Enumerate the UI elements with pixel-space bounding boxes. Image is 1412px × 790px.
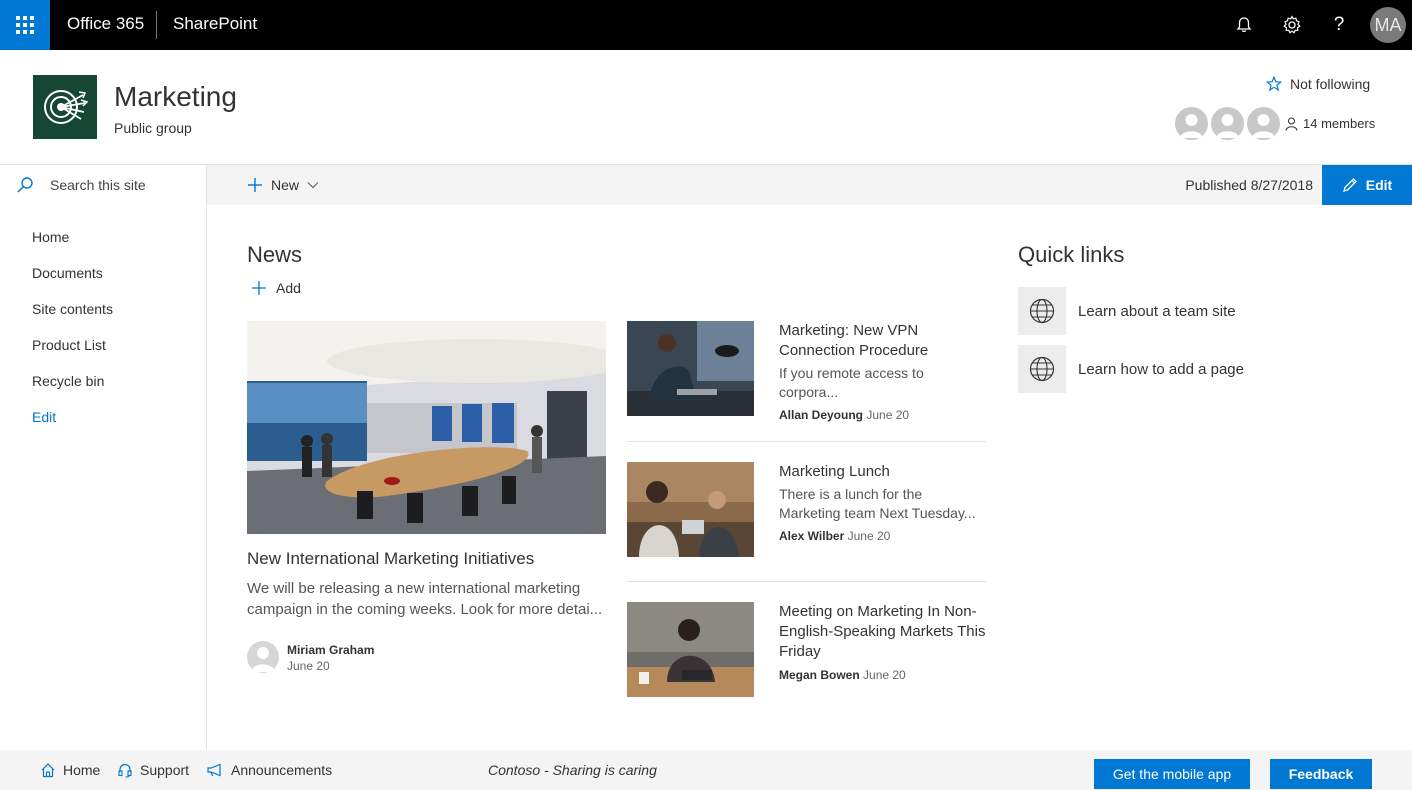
home-icon: [41, 763, 55, 778]
footer-link-label: Support: [140, 762, 190, 778]
footer-link-announcements[interactable]: Announcements: [206, 762, 332, 778]
author-avatar: [247, 641, 279, 673]
news-item[interactable]: Meeting on Marketing In Non-English-Spea…: [627, 602, 986, 697]
edit-page-button[interactable]: Edit: [1322, 165, 1412, 205]
conference-room-image: [247, 321, 606, 534]
nav-item-documents[interactable]: Documents: [32, 265, 103, 281]
nav-item-site-contents[interactable]: Site contents: [32, 301, 113, 317]
quick-link-label[interactable]: Learn about a team site: [1078, 303, 1236, 320]
news-item-title[interactable]: Marketing: New VPN Connection Procedure: [779, 321, 986, 361]
news-item-author[interactable]: Megan Bowen: [779, 668, 860, 682]
news-item-description: If you remote access to corpora...: [779, 365, 924, 400]
news-item-author[interactable]: Alex Wilber: [779, 529, 844, 543]
target-logo-icon: [44, 90, 89, 124]
globe-icon: [1018, 345, 1066, 393]
hero-news-author[interactable]: Miriam Graham: [287, 643, 374, 657]
nav-item-product-list[interactable]: Product List: [32, 337, 106, 353]
site-group-type: Public group: [114, 120, 192, 136]
news-item-date: June 20: [866, 408, 910, 422]
member-avatar: [1211, 107, 1244, 140]
meeting-photo-image: [627, 602, 754, 697]
members-count: 14 members: [1303, 116, 1376, 131]
lunch-photo-image: [627, 462, 754, 557]
chevron-down-icon: [307, 182, 319, 189]
members-button[interactable]: 14 members: [1175, 107, 1375, 140]
hero-news-image[interactable]: [247, 321, 606, 534]
news-item[interactable]: Marketing: New VPN Connection Procedure …: [627, 321, 986, 422]
plus-icon: [252, 281, 266, 295]
news-thumbnail: [627, 462, 754, 557]
user-avatar[interactable]: MA: [1370, 7, 1406, 43]
left-navigation: Home Documents Site contents Product Lis…: [0, 205, 207, 750]
notifications-button[interactable]: [1232, 13, 1256, 37]
suite-divider: [156, 11, 157, 39]
feedback-button[interactable]: Feedback: [1270, 759, 1372, 789]
quick-link-item[interactable]: Learn how to add a page: [1018, 345, 1244, 393]
sharepoint-link[interactable]: SharePoint: [173, 14, 257, 34]
quick-links-heading: Quick links: [1018, 242, 1125, 267]
settings-button[interactable]: [1280, 13, 1304, 37]
gear-icon: [1283, 15, 1301, 34]
member-avatar: [1175, 107, 1208, 140]
footer-message: Contoso - Sharing is caring: [488, 762, 657, 778]
follow-button[interactable]: Not following: [1266, 76, 1370, 92]
app-launcher-button[interactable]: [0, 0, 50, 50]
bell-icon: [1236, 17, 1252, 32]
footer-link-support[interactable]: Support: [117, 762, 189, 778]
news-item[interactable]: Marketing Lunch There is a lunch for the…: [627, 462, 986, 557]
member-avatar: [1247, 107, 1280, 140]
edit-label: Edit: [1365, 177, 1393, 193]
globe-icon: [1018, 287, 1066, 335]
nav-item-recycle-bin[interactable]: Recycle bin: [32, 373, 104, 389]
news-item-title[interactable]: Meeting on Marketing In Non-English-Spea…: [779, 602, 986, 662]
new-label: New: [271, 177, 300, 193]
hero-news-date: June 20: [287, 659, 330, 673]
news-item-description: There is a lunch for the Marketing team …: [779, 486, 976, 521]
search-placeholder[interactable]: Search this site: [50, 177, 146, 193]
help-button[interactable]: ?: [1327, 13, 1351, 37]
news-item-title[interactable]: Marketing Lunch: [779, 462, 986, 482]
site-title[interactable]: Marketing: [114, 81, 237, 113]
hero-news-description: We will be releasing a new international…: [247, 580, 603, 618]
nav-item-home[interactable]: Home: [32, 229, 69, 245]
news-item-author[interactable]: Allan Deyoung: [779, 408, 863, 422]
footer-link-home[interactable]: Home: [40, 762, 100, 778]
news-thumbnail: [627, 602, 754, 697]
news-item-date: June 20: [863, 668, 906, 682]
plus-icon: [248, 178, 262, 192]
new-button[interactable]: New: [247, 165, 319, 205]
nav-edit-link[interactable]: Edit: [32, 409, 56, 425]
waffle-icon: [16, 16, 34, 34]
add-news-label: Add: [276, 280, 301, 296]
megaphone-icon: [207, 763, 221, 777]
office-365-link[interactable]: Office 365: [67, 14, 144, 34]
search-icon: [17, 177, 33, 193]
news-heading: News: [247, 242, 303, 267]
site-footer: Home Support Announcements Contoso - Sha…: [0, 750, 1412, 790]
person-icon: [1285, 116, 1298, 131]
follow-label: Not following: [1290, 76, 1371, 92]
footer-link-label: Announcements: [231, 762, 333, 778]
quick-link-label[interactable]: Learn how to add a page: [1078, 361, 1244, 378]
headset-icon: [118, 763, 132, 778]
hero-news-title[interactable]: New International Marketing Initiatives: [247, 549, 534, 569]
news-divider: [627, 581, 986, 582]
add-news-button[interactable]: Add: [251, 280, 301, 296]
vpn-photo-image: [627, 321, 754, 416]
suite-bar: Office 365 SharePoint ? MA: [0, 0, 1412, 50]
site-search[interactable]: Search this site: [0, 165, 207, 205]
question-icon: ?: [1333, 14, 1345, 35]
get-mobile-app-button[interactable]: Get the mobile app: [1094, 759, 1250, 789]
star-icon: [1266, 76, 1282, 92]
news-thumbnail: [627, 321, 754, 416]
page-command-bar: New Published 8/27/2018 Edit: [207, 165, 1412, 205]
site-logo[interactable]: [33, 75, 97, 139]
footer-link-label: Home: [63, 762, 101, 778]
command-bar: Search this site New Published 8/27/2018…: [0, 164, 1412, 205]
published-status: Published 8/27/2018: [1185, 177, 1313, 193]
pencil-icon: [1342, 178, 1357, 192]
news-divider: [627, 441, 986, 442]
quick-link-item[interactable]: Learn about a team site: [1018, 287, 1236, 335]
news-item-date: June 20: [847, 529, 891, 543]
